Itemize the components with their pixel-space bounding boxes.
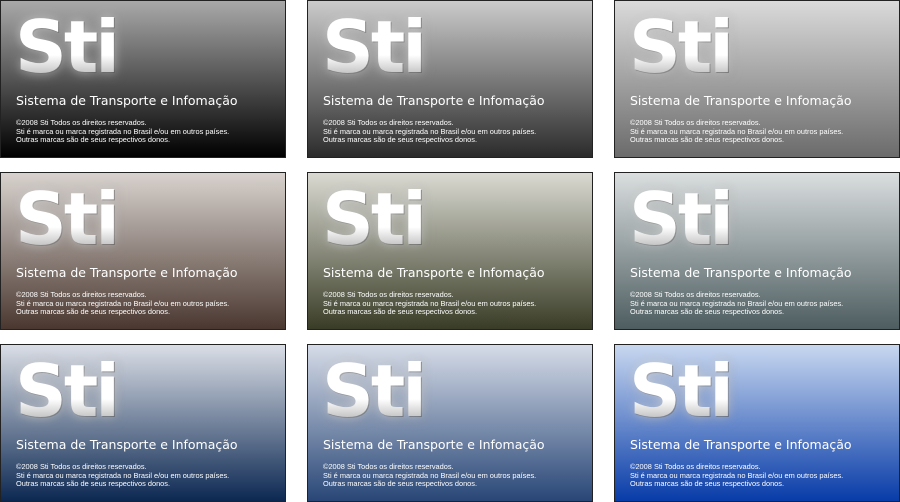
sti-logo: Sti xyxy=(15,5,120,89)
other-marks-line: Outras marcas são de seus respectivos do… xyxy=(323,135,478,145)
splash-subtitle: Sistema de Transporte e Infomação xyxy=(16,437,238,452)
other-marks-line: Outras marcas são de seus respectivos do… xyxy=(630,135,785,145)
legal-notice: ©2008 Sti Todos os direitos reservados. … xyxy=(16,290,229,317)
splash-tile-navy: Sti Sistema de Transporte e Infomação ©2… xyxy=(0,344,286,502)
other-marks-line: Outras marcas são de seus respectivos do… xyxy=(16,135,171,145)
other-marks-line: Outras marcas são de seus respectivos do… xyxy=(323,479,478,489)
splash-tile-dark-gray: Sti Sistema de Transporte e Infomação ©2… xyxy=(307,0,593,158)
splash-tile-olive: Sti Sistema de Transporte e Infomação ©2… xyxy=(307,172,593,330)
splash-subtitle: Sistema de Transporte e Infomação xyxy=(16,93,238,108)
splash-tile-slate: Sti Sistema de Transporte e Infomação ©2… xyxy=(614,172,900,330)
splash-subtitle: Sistema de Transporte e Infomação xyxy=(630,437,852,452)
splash-tile-steel-blue: Sti Sistema de Transporte e Infomação ©2… xyxy=(307,344,593,502)
splash-subtitle: Sistema de Transporte e Infomação xyxy=(323,437,545,452)
splash-tile-bright-blue: Sti Sistema de Transporte e Infomação ©2… xyxy=(614,344,900,502)
legal-notice: ©2008 Sti Todos os direitos reservados. … xyxy=(16,118,229,145)
splash-tile-black: Sti Sistema de Transporte e Infomação ©2… xyxy=(0,0,286,158)
splash-tile-gray: Sti Sistema de Transporte e Infomação ©2… xyxy=(614,0,900,158)
splash-subtitle: Sistema de Transporte e Infomação xyxy=(16,265,238,280)
legal-notice: ©2008 Sti Todos os direitos reservados. … xyxy=(323,290,536,317)
legal-notice: ©2008 Sti Todos os direitos reservados. … xyxy=(630,118,843,145)
other-marks-line: Outras marcas são de seus respectivos do… xyxy=(630,307,785,317)
splash-variants-grid: Sti Sistema de Transporte e Infomação ©2… xyxy=(0,0,900,502)
splash-subtitle: Sistema de Transporte e Infomação xyxy=(630,93,852,108)
sti-logo: Sti xyxy=(15,349,120,433)
other-marks-line: Outras marcas são de seus respectivos do… xyxy=(16,307,171,317)
sti-logo: Sti xyxy=(322,5,427,89)
legal-notice: ©2008 Sti Todos os direitos reservados. … xyxy=(323,118,536,145)
other-marks-line: Outras marcas são de seus respectivos do… xyxy=(16,479,171,489)
sti-logo: Sti xyxy=(322,349,427,433)
legal-notice: ©2008 Sti Todos os direitos reservados. … xyxy=(16,462,229,489)
other-marks-line: Outras marcas são de seus respectivos do… xyxy=(323,307,478,317)
legal-notice: ©2008 Sti Todos os direitos reservados. … xyxy=(630,462,843,489)
splash-subtitle: Sistema de Transporte e Infomação xyxy=(630,265,852,280)
legal-notice: ©2008 Sti Todos os direitos reservados. … xyxy=(630,290,843,317)
legal-notice: ©2008 Sti Todos os direitos reservados. … xyxy=(323,462,536,489)
sti-logo: Sti xyxy=(629,177,734,261)
sti-logo: Sti xyxy=(629,5,734,89)
splash-tile-brown: Sti Sistema de Transporte e Infomação ©2… xyxy=(0,172,286,330)
other-marks-line: Outras marcas são de seus respectivos do… xyxy=(630,479,785,489)
splash-subtitle: Sistema de Transporte e Infomação xyxy=(323,93,545,108)
sti-logo: Sti xyxy=(322,177,427,261)
sti-logo: Sti xyxy=(629,349,734,433)
sti-logo: Sti xyxy=(15,177,120,261)
splash-subtitle: Sistema de Transporte e Infomação xyxy=(323,265,545,280)
